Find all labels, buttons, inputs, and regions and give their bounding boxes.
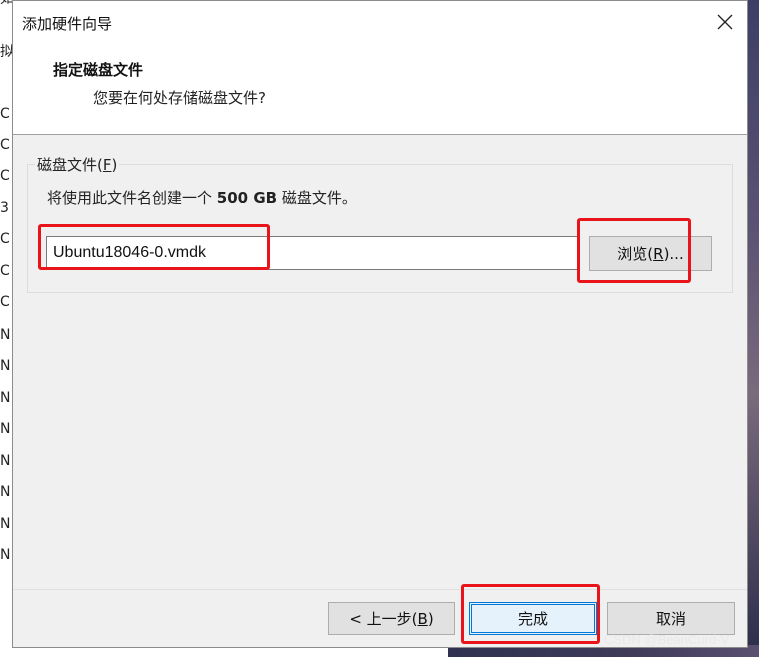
browse-label: 浏览( xyxy=(617,245,654,263)
back-label: < 上一步( xyxy=(349,610,418,628)
background-char: 如 xyxy=(0,0,12,7)
disk-file-name-input[interactable] xyxy=(46,236,580,270)
background-char: N xyxy=(0,421,11,437)
disk-file-group xyxy=(27,164,733,293)
cancel-button[interactable]: 取消 xyxy=(607,602,735,635)
cancel-label: 取消 xyxy=(655,610,686,628)
background-char: N xyxy=(0,390,11,406)
finish-button[interactable]: 完成 xyxy=(469,602,597,635)
close-icon xyxy=(717,14,733,30)
browse-button[interactable]: 浏览(R)... xyxy=(589,236,712,271)
background-char: N xyxy=(0,484,11,500)
background-char: N xyxy=(0,453,11,469)
back-mnemonic: B xyxy=(417,609,428,628)
back-suffix: ) xyxy=(427,609,434,628)
add-hardware-wizard-dialog: 添加硬件向导 指定磁盘文件 您要在何处存储磁盘文件? 磁盘文件(F) 将使用此文… xyxy=(12,0,748,648)
back-button[interactable]: < 上一步(B) xyxy=(328,602,455,635)
group-label-text: 磁盘文件( xyxy=(37,156,103,174)
background-char: N xyxy=(0,358,11,374)
desktop-wallpaper xyxy=(748,0,759,657)
background-app-bottom xyxy=(0,648,450,657)
background-char: N xyxy=(0,516,11,532)
wizard-header: 指定磁盘文件 您要在何处存储磁盘文件? xyxy=(13,43,747,135)
close-button[interactable] xyxy=(703,1,747,43)
csdn-watermark: CSDN @BeanCurd-V xyxy=(604,632,730,647)
background-char: C xyxy=(0,231,10,247)
group-label-mnemonic: F xyxy=(102,156,112,174)
background-char: 拟 xyxy=(0,44,12,60)
disk-size: 500 GB xyxy=(216,189,278,207)
background-char: C xyxy=(0,168,10,184)
background-char: C xyxy=(0,263,10,279)
background-char: C xyxy=(0,106,10,122)
background-char: N xyxy=(0,327,11,343)
desc-suffix: 磁盘文件。 xyxy=(277,189,357,207)
desc-prefix: 将使用此文件名创建一个 xyxy=(47,189,217,207)
page-subtitle: 您要在何处存储磁盘文件? xyxy=(93,89,266,107)
footer-divider xyxy=(13,589,747,590)
browse-mnemonic: R xyxy=(653,244,664,263)
page-title: 指定磁盘文件 xyxy=(53,61,144,79)
disk-file-group-label: 磁盘文件(F) xyxy=(35,154,120,175)
group-label-suffix: ) xyxy=(111,156,118,174)
finish-label: 完成 xyxy=(517,610,548,628)
title-bar: 添加硬件向导 xyxy=(13,1,747,43)
background-char: C xyxy=(0,294,10,310)
background-char: C xyxy=(0,137,10,153)
background-app-strip: 如 拟 C C C 3 C C C N N N N N N N N xyxy=(0,0,12,657)
window-title: 添加硬件向导 xyxy=(22,15,113,33)
disk-file-description: 将使用此文件名创建一个 500 GB 磁盘文件。 xyxy=(47,187,357,208)
background-char: 3 xyxy=(0,200,9,216)
browse-suffix: )... xyxy=(663,244,684,263)
background-char: N xyxy=(0,547,11,563)
